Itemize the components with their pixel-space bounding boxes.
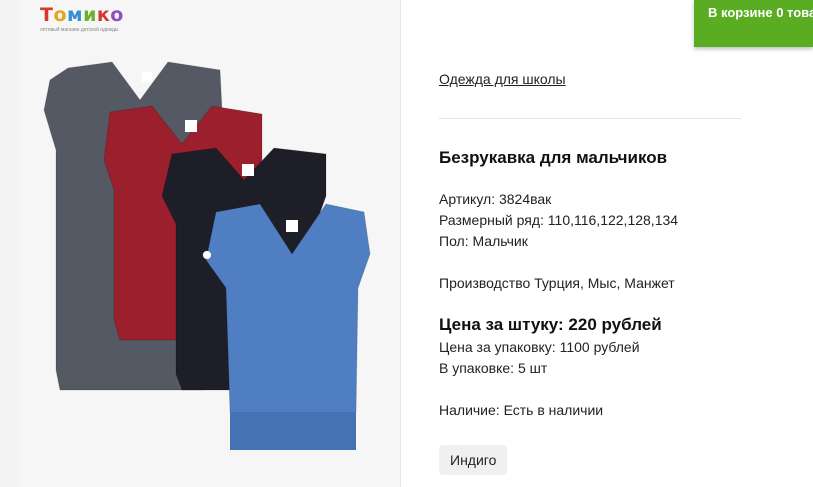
product-title: Безрукавка для мальчиков <box>439 148 668 167</box>
color-option-indigo[interactable]: Индиго <box>439 445 508 475</box>
availability: Наличие: Есть в наличии <box>439 402 604 418</box>
cart-status: В корзине 0 товаров <box>708 5 813 20</box>
product-gallery: Томико оптовый магазин детской одежды <box>20 0 401 487</box>
logo-tagline: оптовый магазин детской одежды <box>40 27 119 33</box>
product-photo[interactable] <box>30 40 390 460</box>
product-sizes: Размерный ряд: 110,116,122,128,134 <box>439 212 679 228</box>
mouse-cursor <box>203 251 211 259</box>
site-logo[interactable]: Томико оптовый магазин детской одежды <box>40 4 150 33</box>
product-gender: Пол: Мальчик <box>439 233 528 249</box>
product-article: Артикул: 3824вак <box>439 191 552 207</box>
pack-quantity: В упаковке: 5 шт <box>439 360 548 376</box>
price-per-pack: Цена за упаковку: 1100 рублей <box>439 339 640 355</box>
cart-widget[interactable]: В корзине 0 товаров <box>694 0 813 47</box>
product-production: Производство Турция, Мыс, Манжет <box>439 275 675 291</box>
logo-wordmark: Томико <box>40 4 124 26</box>
category-link[interactable]: Одежда для школы <box>439 71 566 87</box>
divider <box>439 118 741 119</box>
price-per-unit: Цена за штуку: 220 рублей <box>439 315 662 334</box>
